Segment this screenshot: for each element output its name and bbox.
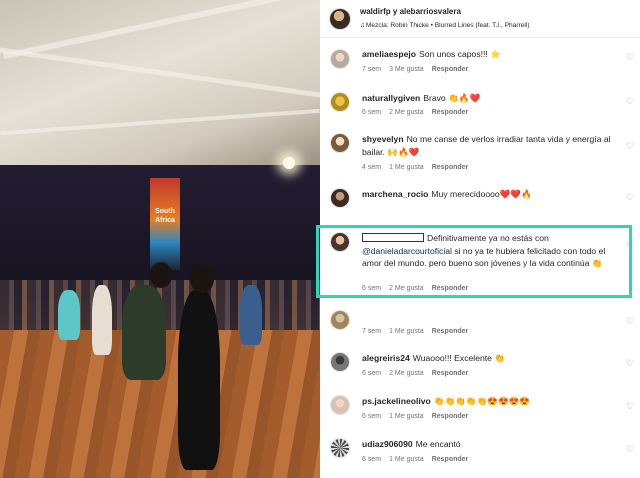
comment-time: 7 sem — [362, 66, 382, 73]
avatar[interactable] — [330, 133, 350, 153]
highlight-box — [316, 225, 632, 298]
song-info[interactable]: ♫Mezcla: Robin Thicke • Blurred Lines (f… — [360, 22, 530, 29]
comment-likes[interactable]: 1 Me gusta — [389, 413, 424, 420]
post-author[interactable]: waldirfp y alebarriosvalera — [360, 7, 461, 16]
reply-button[interactable]: Responder — [432, 456, 469, 463]
comment-time: 6 sem — [362, 456, 382, 463]
heart-outline-icon[interactable]: ♡ — [626, 192, 634, 203]
post-header: waldirfp y alebarriosvalera ♫Mezcla: Rob… — [320, 0, 640, 38]
comment-time: 6 sem — [362, 370, 382, 377]
avatar[interactable] — [330, 188, 350, 208]
reply-button[interactable]: Responder — [432, 413, 469, 420]
reply-button[interactable]: Responder — [432, 328, 469, 335]
comment-username[interactable]: naturallygiven — [362, 93, 420, 103]
avatar[interactable] — [330, 49, 350, 69]
stage-light — [283, 157, 295, 169]
dancer-bg — [58, 290, 80, 340]
heart-outline-icon[interactable]: ♡ — [626, 141, 634, 152]
comment-text: shyevelyn No me canse de verlos irradiar … — [362, 133, 617, 158]
comment-body: Wuaooo!!! Excelente 👏 — [412, 353, 506, 363]
reply-button[interactable]: Responder — [432, 164, 469, 171]
comment-time: 6 sem — [362, 109, 382, 116]
comment-likes[interactable]: 2 Me gusta — [389, 370, 424, 377]
reply-button[interactable]: Responder — [432, 66, 469, 73]
ceiling — [0, 0, 320, 185]
avatar[interactable] — [330, 395, 350, 415]
comment-likes[interactable]: 2 Me gusta — [389, 109, 424, 116]
comment-meta: 7 sem 1 Me gusta Responder — [362, 328, 476, 335]
comment-text: alegreiris24 Wuaooo!!! Excelente 👏 — [362, 352, 617, 365]
comment-meta: 6 sem 2 Me gusta Responder — [362, 109, 476, 116]
dancer-man — [178, 290, 220, 470]
comment-text: marchena_rocio Muy merecidoooo❤️❤️🔥 — [362, 188, 617, 201]
music-note-icon: ♫ — [360, 22, 365, 29]
avatar[interactable] — [330, 310, 350, 330]
dancer-head — [150, 262, 172, 288]
comment-text: udiaz906090 Me encantó — [362, 438, 617, 451]
comment-time: 6 sem — [362, 413, 382, 420]
dancer-woman — [122, 285, 166, 380]
comment-username[interactable]: ameliaespejo — [362, 49, 416, 59]
comment-likes[interactable]: 1 Me gusta — [389, 456, 424, 463]
dancer-head — [190, 265, 214, 293]
comment-meta: 6 sem 1 Me gusta Responder — [362, 456, 476, 463]
comment-time: 4 sem — [362, 164, 382, 171]
avatar[interactable] — [330, 92, 350, 112]
comment-meta: 7 sem 3 Me gusta Responder — [362, 66, 476, 73]
banner-text: South Africa — [155, 208, 175, 224]
dancer-bg — [240, 285, 262, 345]
dancer-bg — [92, 285, 112, 355]
comment-username[interactable]: marchena_rocio — [362, 189, 428, 199]
comment-username[interactable]: udiaz906090 — [362, 439, 413, 449]
heart-outline-icon[interactable]: ♡ — [626, 52, 634, 63]
comment-body: 👏👏👏👏👏😍😍😍😍 — [433, 396, 531, 406]
comment-likes[interactable]: 3 Me gusta — [389, 66, 424, 73]
comment-body: Bravo 👏🔥❤️ — [423, 93, 481, 103]
comment-likes[interactable]: 1 Me gusta — [389, 164, 424, 171]
comment-text: ameliaespejo Son unos capos!!! ⭐ — [362, 48, 617, 61]
comment-time: 7 sem — [362, 328, 382, 335]
comment-body: Son unos capos!!! ⭐ — [418, 49, 501, 59]
song-label: Mezcla: Robin Thicke • Blurred Lines (fe… — [365, 22, 530, 29]
comment-text: ps.jackelineolivo 👏👏👏👏👏😍😍😍😍 — [362, 395, 617, 408]
comment-body: Muy merecidoooo❤️❤️🔥 — [431, 189, 532, 199]
comment-username[interactable]: ps.jackelineolivo — [362, 396, 431, 406]
comment-username[interactable]: shyevelyn — [362, 134, 404, 144]
heart-outline-icon[interactable]: ♡ — [626, 444, 634, 455]
comment-body: Me encantó — [415, 439, 461, 449]
comment-likes[interactable]: 1 Me gusta — [389, 328, 424, 335]
comment-text: naturallygiven Bravo 👏🔥❤️ — [362, 92, 617, 105]
heart-outline-icon[interactable]: ♡ — [626, 96, 634, 107]
avatar[interactable] — [330, 352, 350, 372]
author-avatar[interactable] — [329, 8, 351, 30]
heart-outline-icon[interactable]: ♡ — [626, 401, 634, 412]
avatar[interactable] — [330, 438, 350, 458]
reply-button[interactable]: Responder — [432, 370, 469, 377]
comment-username[interactable]: alegreiris24 — [362, 353, 410, 363]
comment-meta: 6 sem 2 Me gusta Responder — [362, 370, 476, 377]
heart-outline-icon[interactable]: ♡ — [626, 316, 634, 327]
post-photo[interactable]: South Africa — [0, 0, 320, 478]
heart-outline-icon[interactable]: ♡ — [626, 358, 634, 369]
comment-meta: 6 sem 1 Me gusta Responder — [362, 413, 476, 420]
reply-button[interactable]: Responder — [432, 109, 469, 116]
comment-meta: 4 sem 1 Me gusta Responder — [362, 164, 476, 171]
